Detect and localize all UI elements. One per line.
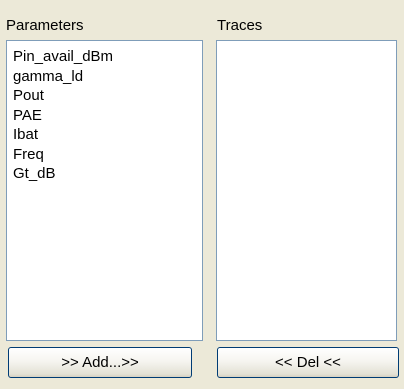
list-item-pae[interactable]: PAE [7,106,202,126]
list-item-pin-avail-dbm[interactable]: Pin_avail_dBm [7,47,202,67]
list-item-ibat[interactable]: Ibat [7,125,202,145]
parameters-label: Parameters [6,17,84,34]
del-button[interactable]: << Del << [217,347,399,378]
add-button[interactable]: >> Add...>> [8,347,192,378]
list-item-pout[interactable]: Pout [7,86,202,106]
parameters-listbox[interactable]: Pin_avail_dBm gamma_ld Pout PAE Ibat Fre… [6,40,203,341]
traces-listbox[interactable] [216,40,397,341]
list-item-gt-db[interactable]: Gt_dB [7,164,202,184]
list-item-gamma-ld[interactable]: gamma_ld [7,67,202,87]
traces-label: Traces [217,17,263,34]
list-item-freq[interactable]: Freq [7,145,202,165]
